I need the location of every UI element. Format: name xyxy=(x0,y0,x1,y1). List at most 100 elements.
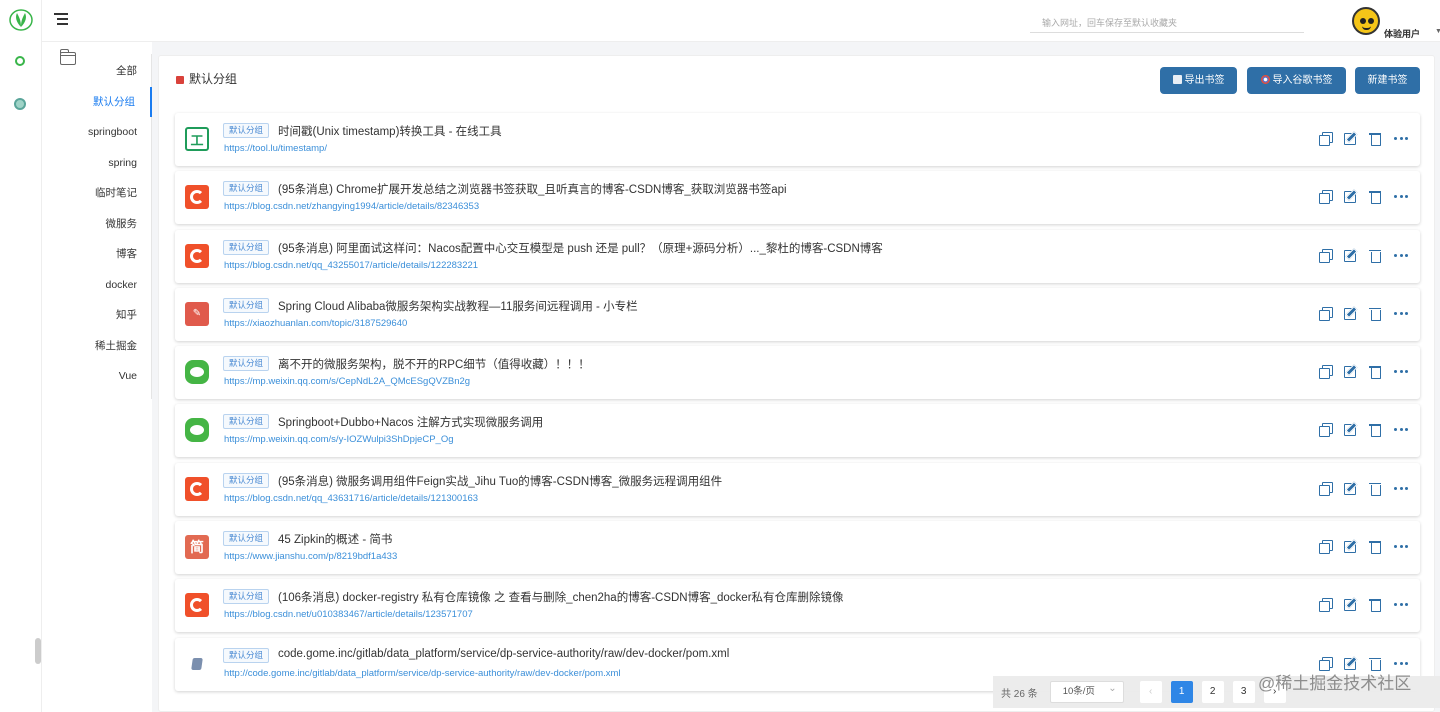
group-item[interactable]: 稀土掘金 xyxy=(42,331,152,362)
bookmark-title[interactable]: 时间戳(Unix timestamp)转换工具 - 在线工具 xyxy=(278,123,502,139)
bookmark-title[interactable]: (106条消息) docker-registry 私有仓库镜像 之 查看与删除_… xyxy=(278,589,844,605)
group-item[interactable]: 全部 xyxy=(42,56,152,87)
bookmark-row[interactable]: 默认分组 Springboot+Dubbo+Nacos 注解方式实现微服务调用 ht… xyxy=(175,404,1420,458)
bookmark-row[interactable]: 简默认分组 45 Zipkin的概述 - 简书 https://www.jiansh… xyxy=(175,521,1420,575)
delete-icon[interactable] xyxy=(1369,598,1382,613)
bookmark-url[interactable]: https://blog.csdn.net/u010383467/article… xyxy=(224,609,473,620)
edit-icon[interactable] xyxy=(1344,190,1357,204)
page-button[interactable]: 3 xyxy=(1232,681,1255,703)
more-icon[interactable] xyxy=(1394,365,1408,378)
delete-icon[interactable] xyxy=(1369,249,1382,263)
bookmark-url[interactable]: https://www.jianshu.com/p/8219bdf1a433 xyxy=(224,551,397,562)
copy-icon[interactable] xyxy=(1319,306,1333,321)
bookmark-row[interactable]: 工默认分组 时间戳(Unix timestamp)转换工具 - 在线工具 https… xyxy=(175,113,1420,166)
bookmark-row[interactable]: 默认分组 (95条消息) 微服务调用组件Feign实战_Jihu Tuo的博客-C… xyxy=(175,462,1420,516)
copy-icon[interactable] xyxy=(1319,481,1333,496)
group-item[interactable]: 博客 xyxy=(42,239,152,270)
bookmark-title[interactable]: (95条消息) 微服务调用组件Feign实战_Jihu Tuo的博客-CSDN博… xyxy=(278,473,722,489)
nav-circle-icon[interactable] xyxy=(15,56,25,66)
copy-icon[interactable] xyxy=(1319,248,1333,263)
more-icon[interactable] xyxy=(1394,132,1408,145)
group-tag[interactable]: 默认分组 xyxy=(223,589,270,605)
group-tag[interactable]: 默认分组 xyxy=(223,356,270,372)
group-item[interactable]: docker xyxy=(42,270,152,301)
prev-page-button[interactable]: ‹ xyxy=(1139,681,1162,703)
bookmark-url[interactable]: https://blog.csdn.net/qq_43255017/articl… xyxy=(224,260,478,271)
export-bookmarks-button[interactable]: 导出书签 xyxy=(1160,67,1237,94)
delete-icon[interactable] xyxy=(1369,540,1382,555)
copy-icon[interactable] xyxy=(1319,190,1333,205)
bookmark-url[interactable]: https://mp.weixin.qq.com/s/CepNdL2A_QMcE… xyxy=(224,376,470,387)
more-icon[interactable] xyxy=(1394,423,1408,436)
user-caret-icon[interactable]: ▼ xyxy=(1435,28,1440,35)
avatar[interactable] xyxy=(1352,7,1380,35)
menu-toggle-icon[interactable] xyxy=(54,13,68,27)
bookmark-title[interactable]: 离不开的微服务架构，脱不开的RPC细节（值得收藏）！！！ xyxy=(278,356,590,372)
new-bookmark-button[interactable]: 新建书签 xyxy=(1355,67,1420,94)
edit-icon[interactable] xyxy=(1344,365,1357,379)
group-item[interactable]: springboot xyxy=(42,117,152,148)
edit-icon[interactable] xyxy=(1344,249,1357,262)
bookmark-row[interactable]: ✎ 默认分组 Spring Cloud Alibaba微服务架构实战教程—11服务间… xyxy=(175,287,1420,341)
bookmark-url[interactable]: http://code.gome.inc/gitlab/data_platfor… xyxy=(224,668,621,679)
edit-icon[interactable] xyxy=(1344,598,1357,612)
group-item[interactable]: spring xyxy=(42,148,152,179)
bookmark-title[interactable]: Springboot+Dubbo+Nacos 注解方式实现微服务调用 xyxy=(278,414,543,430)
delete-icon[interactable] xyxy=(1369,423,1382,438)
copy-icon[interactable] xyxy=(1319,540,1333,555)
copy-icon[interactable] xyxy=(1319,365,1333,380)
edit-icon[interactable] xyxy=(1344,540,1357,554)
group-item[interactable]: 知乎 xyxy=(42,300,152,331)
group-tag[interactable]: 默认分组 xyxy=(223,297,270,313)
group-item[interactable]: Vue xyxy=(42,361,152,392)
bookmark-title[interactable]: (95条消息) 阿里面试这样问：Nacos配置中心交互模型是 push 还是 p… xyxy=(278,240,883,256)
group-item[interactable]: 临时笔记 xyxy=(42,178,152,209)
delete-icon[interactable] xyxy=(1369,190,1382,205)
copy-icon[interactable] xyxy=(1319,598,1333,613)
more-icon[interactable] xyxy=(1394,540,1408,553)
delete-icon[interactable] xyxy=(1369,365,1382,380)
more-icon[interactable] xyxy=(1394,598,1408,611)
bookmark-url[interactable]: https://tool.lu/timestamp/ xyxy=(224,143,327,154)
username[interactable]: 体验用户 xyxy=(1384,27,1420,40)
group-item[interactable]: 微服务 xyxy=(42,209,152,240)
url-input[interactable] xyxy=(1030,13,1304,33)
delete-icon[interactable] xyxy=(1369,657,1382,671)
more-icon[interactable] xyxy=(1394,482,1408,495)
edit-icon[interactable] xyxy=(1344,307,1357,320)
nav-globe-icon[interactable] xyxy=(14,98,26,110)
group-tag[interactable]: 默认分组 xyxy=(223,414,270,430)
bookmark-row[interactable]: 默认分组 (95条消息) 阿里面试这样问：Nacos配置中心交互模型是 push … xyxy=(175,229,1420,283)
import-chrome-bookmarks-button[interactable]: 导入谷歌书签 xyxy=(1247,67,1346,94)
edit-icon[interactable] xyxy=(1344,423,1357,437)
edit-icon[interactable] xyxy=(1344,482,1357,495)
delete-icon[interactable] xyxy=(1369,132,1382,146)
bookmark-title[interactable]: 45 Zipkin的概述 - 简书 xyxy=(278,531,392,547)
edit-icon[interactable] xyxy=(1344,132,1357,145)
more-icon[interactable] xyxy=(1394,657,1408,670)
copy-icon[interactable] xyxy=(1319,423,1333,438)
group-tag[interactable]: 默认分组 xyxy=(223,239,270,255)
more-icon[interactable] xyxy=(1394,190,1408,203)
bookmark-title[interactable]: code.gome.inc/gitlab/data_platform/servi… xyxy=(278,648,729,660)
bookmark-url[interactable]: https://blog.csdn.net/zhangying1994/arti… xyxy=(224,201,479,212)
more-icon[interactable] xyxy=(1394,307,1408,320)
group-tag[interactable]: 默认分组 xyxy=(223,531,270,547)
bookmark-url[interactable]: https://mp.weixin.qq.com/s/y-IOZWulpi3Sh… xyxy=(224,434,454,445)
delete-icon[interactable] xyxy=(1369,307,1382,321)
bookmark-url[interactable]: https://blog.csdn.net/qq_43631716/articl… xyxy=(224,493,478,504)
delete-icon[interactable] xyxy=(1369,482,1382,496)
page-size-select[interactable]: 10条/页 xyxy=(1049,679,1124,703)
bookmark-title[interactable]: Spring Cloud Alibaba微服务架构实战教程—11服务间远程调用 … xyxy=(278,298,638,314)
group-tag[interactable]: 默认分组 xyxy=(223,647,270,663)
copy-icon[interactable] xyxy=(1319,656,1333,671)
page-button[interactable]: 2 xyxy=(1201,681,1224,703)
page-button[interactable]: 1 xyxy=(1170,681,1193,703)
group-item[interactable]: 默认分组 xyxy=(42,86,152,117)
app-logo-icon[interactable] xyxy=(8,8,34,32)
group-tag[interactable]: 默认分组 xyxy=(223,472,270,488)
bookmark-row[interactable]: 默认分组 (95条消息) Chrome扩展开发总结之浏览器书签获取_且听真言的博客… xyxy=(175,171,1420,225)
group-tag[interactable]: 默认分组 xyxy=(223,123,270,138)
copy-icon[interactable] xyxy=(1319,132,1333,146)
group-tag[interactable]: 默认分组 xyxy=(223,181,270,197)
